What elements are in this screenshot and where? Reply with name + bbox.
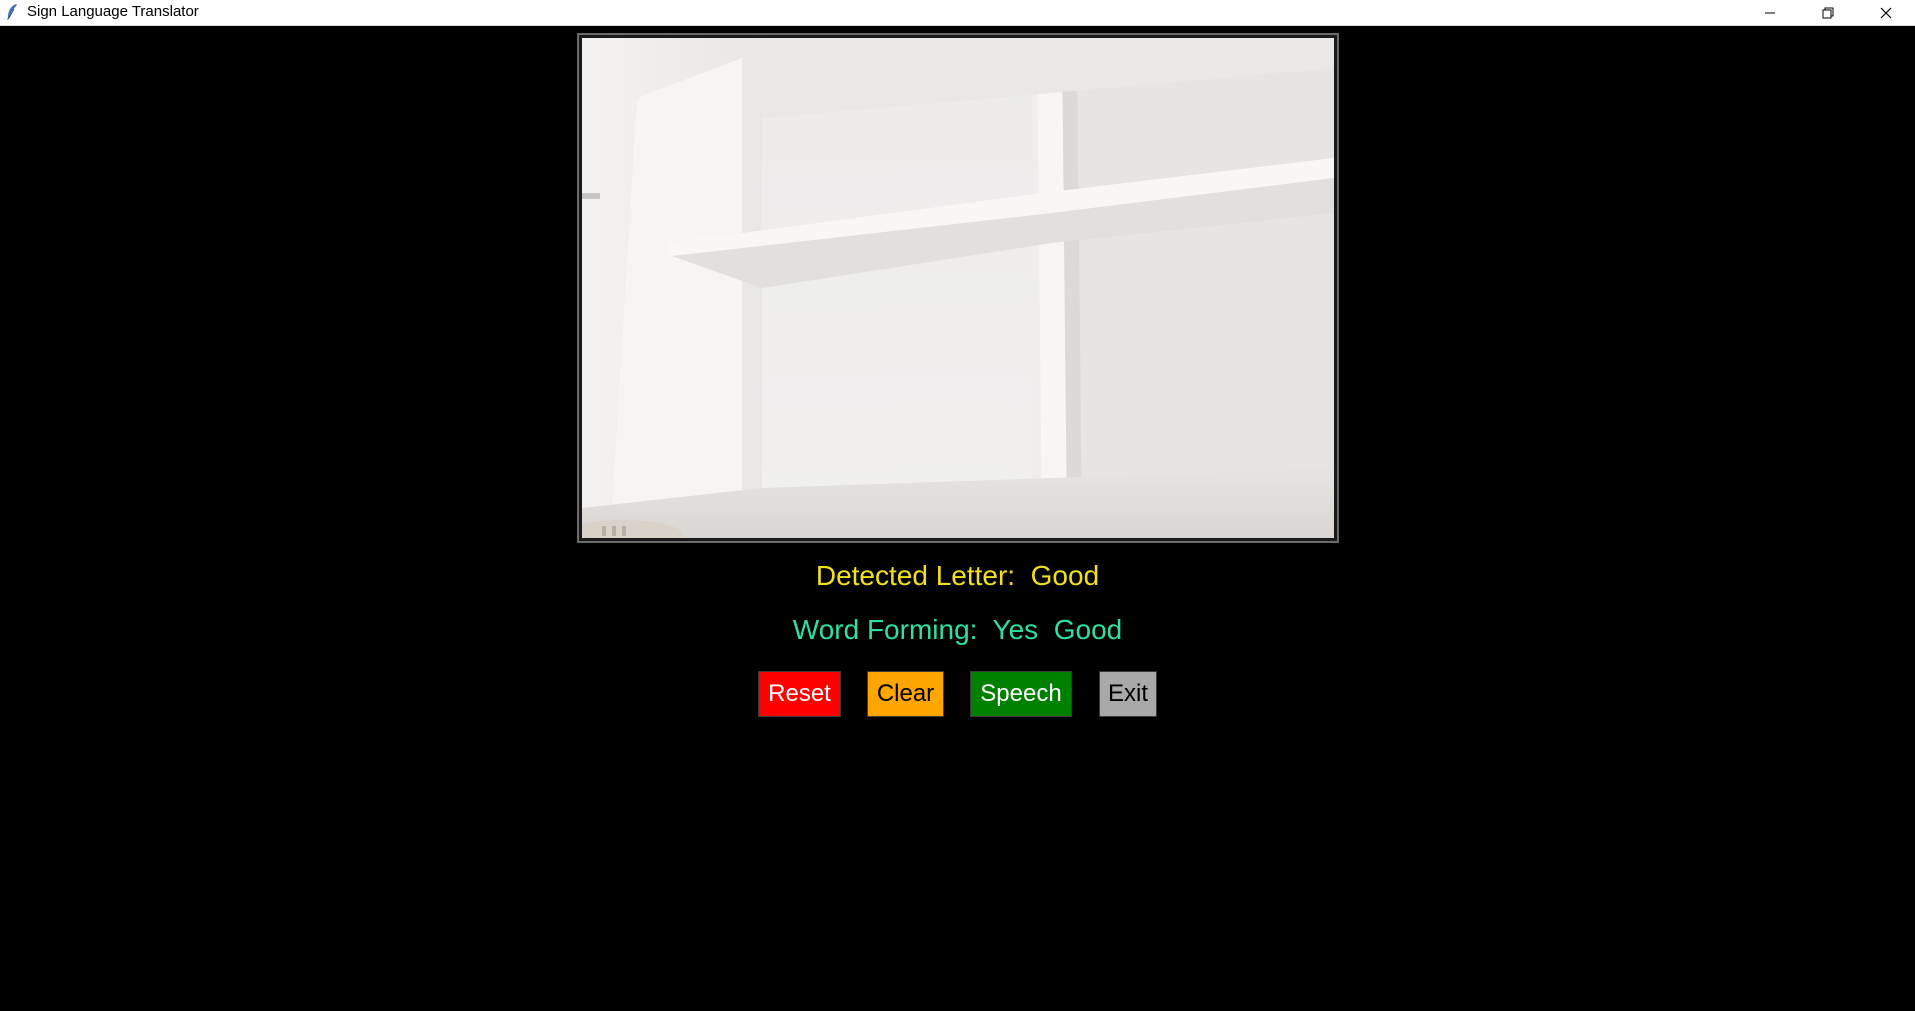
title-bar: Sign Language Translator — [0, 0, 1915, 26]
detected-letter-line: Detected Letter: Good — [0, 559, 1915, 593]
reset-button[interactable]: Reset — [758, 671, 841, 717]
window-title: Sign Language Translator — [27, 3, 199, 20]
close-icon — [1880, 7, 1892, 19]
detected-letter-value: Good — [1030, 560, 1100, 591]
speech-button[interactable]: Speech — [970, 671, 1072, 717]
detected-letter-label: Detected Letter: — [815, 560, 1016, 591]
word-forming-value: Yes Good — [992, 614, 1123, 645]
camera-feed-frame — [577, 33, 1339, 543]
minimize-button[interactable] — [1741, 0, 1799, 26]
feather-app-icon — [7, 4, 17, 20]
camera-feed — [582, 38, 1334, 538]
exit-button[interactable]: Exit — [1099, 671, 1157, 717]
restore-button[interactable] — [1799, 0, 1857, 26]
restore-icon — [1822, 7, 1834, 19]
main-content: Detected Letter: Good Word Forming: Yes … — [0, 26, 1915, 1011]
action-button-row: Reset Clear Speech Exit — [0, 671, 1915, 719]
minimize-icon — [1765, 12, 1775, 14]
word-forming-line: Word Forming: Yes Good — [0, 613, 1915, 647]
close-button[interactable] — [1857, 0, 1915, 26]
word-forming-label: Word Forming: — [792, 614, 978, 645]
clear-button[interactable]: Clear — [867, 671, 944, 717]
